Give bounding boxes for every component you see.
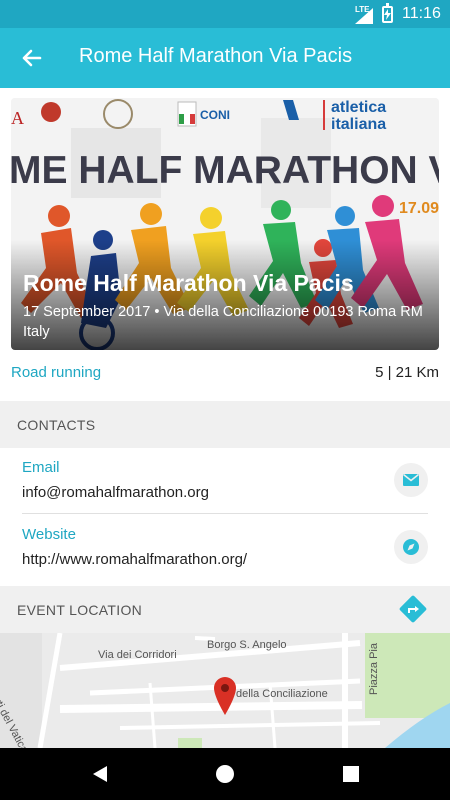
square-recents-icon [343,766,359,782]
clock: 11:16 [402,5,441,22]
email-contact-row[interactable]: Email info@romahalfmarathon.org [0,449,450,517]
status-bar: LTE 11:16 [0,0,450,28]
envelope-icon [403,473,419,486]
street-label-piazza-pia: Piazza Pia [368,643,380,695]
email-button[interactable] [394,463,428,497]
website-label: Website [22,526,76,543]
event-date-address: 17 September 2017 • Via della Conciliazi… [23,304,423,340]
event-category-link[interactable]: Road running [11,364,101,381]
arrow-back-icon [22,49,42,67]
website-value[interactable]: http://www.romahalfmarathon.org/ [22,551,247,568]
location-section-header: EVENT LOCATION [0,586,450,633]
email-value[interactable]: info@romahalfmarathon.org [22,484,209,501]
atletica-logo-line2: italiana [331,116,386,133]
event-distances: 5 | 21 Km [375,364,439,381]
system-navigation-bar [0,748,450,800]
street-label-conciliazione: della Conciliazione [236,688,328,700]
event-title: Rome Half Marathon Via Pacis [23,270,354,296]
app-bar: Rome Half Marathon Via Pacis [0,28,450,88]
street-label-borgo: Borgo S. Angelo [207,639,287,651]
website-contact-row[interactable]: Website http://www.romahalfmarathon.org/ [0,516,450,584]
nav-back-button[interactable] [87,761,113,787]
website-button[interactable] [394,530,428,564]
street-label-corridori: Via dei Corridori [98,649,177,661]
event-hero-image: A CONI atletica italiana ME HALF MARATHO… [11,98,439,350]
directions-button[interactable] [398,594,428,624]
network-type: LTE [355,5,370,14]
nav-recents-button[interactable] [338,761,364,787]
circle-home-icon [216,765,234,783]
email-label: Email [22,459,60,476]
triangle-back-icon [93,766,107,782]
page-title: Rome Half Marathon Via Pacis [79,45,353,67]
compass-icon [403,539,419,555]
contacts-section-header: CONTACTS [0,401,450,448]
battery-icon [382,3,393,23]
location-header-label: EVENT LOCATION [17,602,143,618]
banner-date: 17.09 [399,200,439,217]
back-button[interactable] [16,42,48,74]
nav-home-button[interactable] [212,761,238,787]
coni-logo: CONI [200,108,230,122]
banner-text: ME HALF MARATHON VIA PA [11,149,439,192]
event-location-map[interactable]: Borgo S. Angelo Via dei Corridori Orti d… [0,633,450,748]
directions-icon [399,595,427,623]
atletica-logo-line1: atletica [331,99,386,116]
contacts-header-label: CONTACTS [17,417,96,433]
svg-text:A: A [11,108,24,128]
contact-divider [22,513,428,514]
